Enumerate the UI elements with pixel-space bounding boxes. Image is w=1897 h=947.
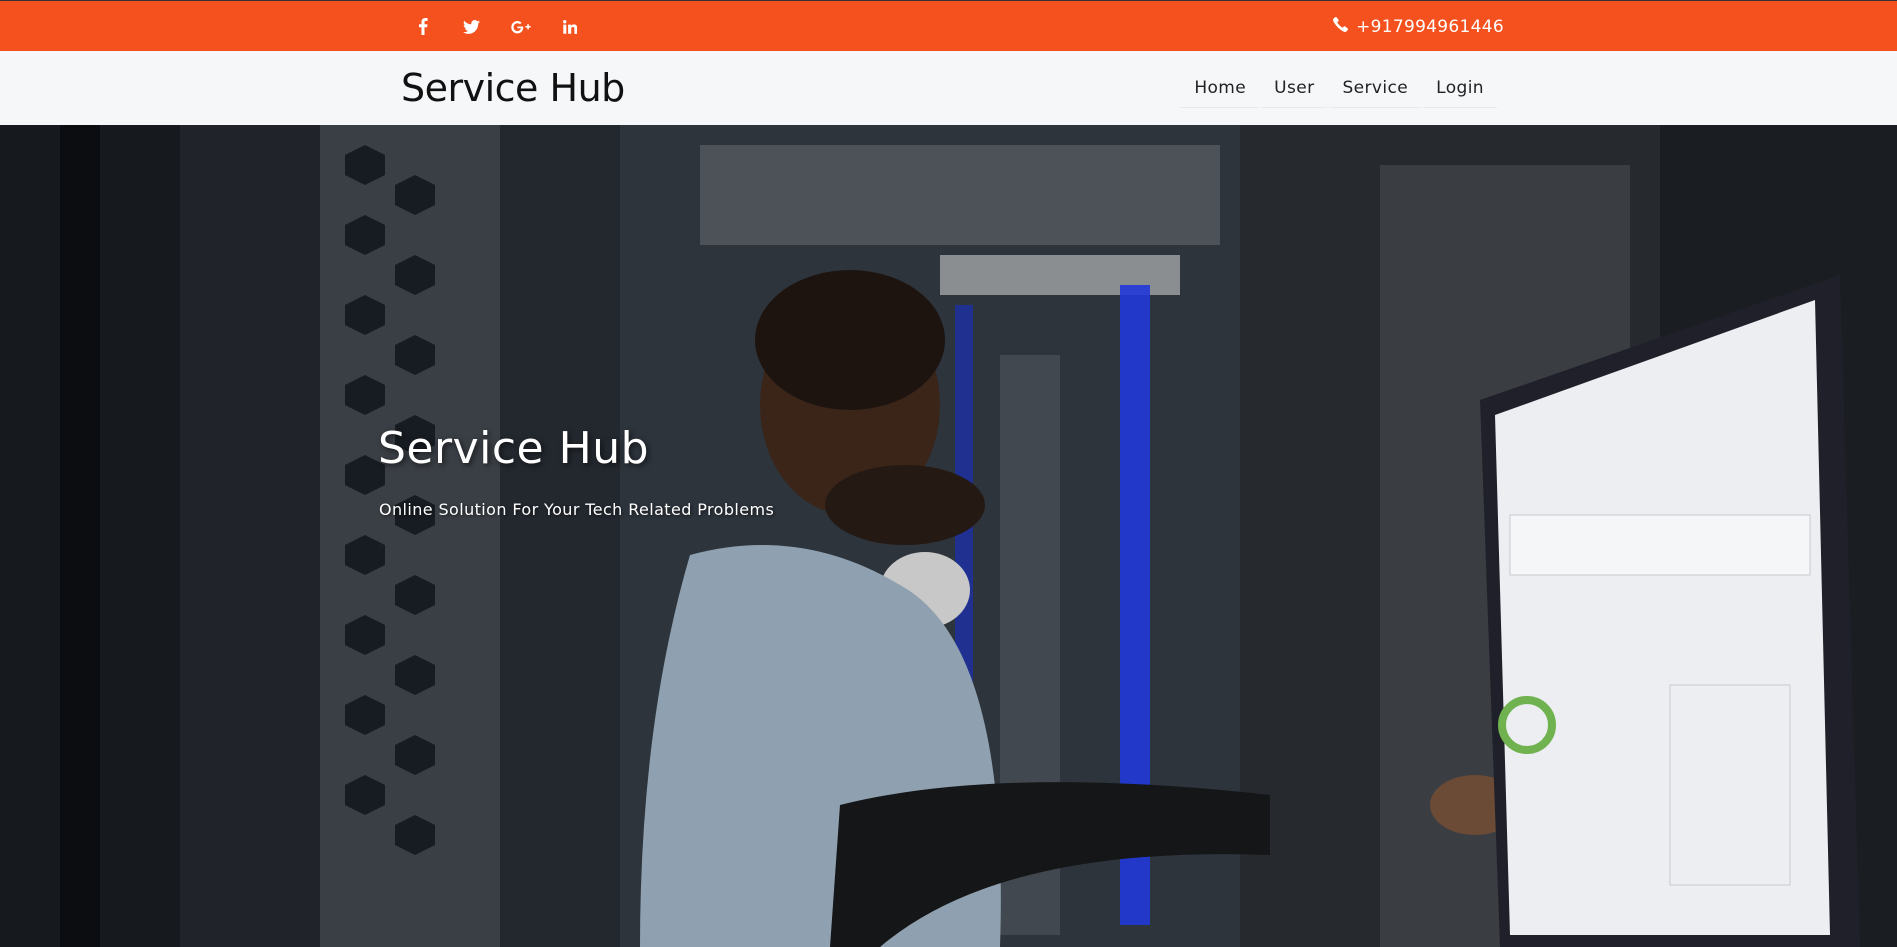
hero-subtitle: Online Solution For Your Tech Related Pr… bbox=[379, 500, 775, 519]
phone-icon bbox=[1333, 16, 1349, 37]
phone-number: +917994961446 bbox=[1356, 16, 1504, 37]
hero-background-image bbox=[0, 125, 1897, 947]
main-nav: Home User Service Login bbox=[1179, 51, 1497, 125]
linkedin-link[interactable] bbox=[545, 1, 594, 52]
hero-banner: Service Hub Online Solution For Your Tec… bbox=[0, 125, 1897, 947]
hero-arrow[interactable]: › bbox=[378, 538, 384, 554]
top-bar: +917994961446 bbox=[0, 0, 1897, 51]
nav-item-home[interactable]: Home bbox=[1181, 68, 1260, 108]
facebook-icon bbox=[418, 18, 428, 35]
nav-item-user[interactable]: User bbox=[1261, 68, 1328, 108]
social-links bbox=[398, 1, 594, 52]
twitter-link[interactable] bbox=[447, 1, 496, 52]
facebook-link[interactable] bbox=[398, 1, 447, 52]
nav-item-login[interactable]: Login bbox=[1423, 68, 1497, 108]
brand-logo[interactable]: Service Hub bbox=[401, 51, 625, 125]
nav-item-service[interactable]: Service bbox=[1329, 68, 1422, 108]
twitter-icon bbox=[463, 19, 480, 34]
navbar: Service Hub Home User Service Login bbox=[0, 51, 1897, 125]
google-plus-link[interactable] bbox=[496, 1, 545, 52]
hero-title: Service Hub bbox=[378, 423, 650, 474]
google-plus-icon bbox=[510, 20, 531, 34]
phone-contact[interactable]: +917994961446 bbox=[1333, 1, 1504, 52]
linkedin-icon bbox=[562, 19, 577, 34]
